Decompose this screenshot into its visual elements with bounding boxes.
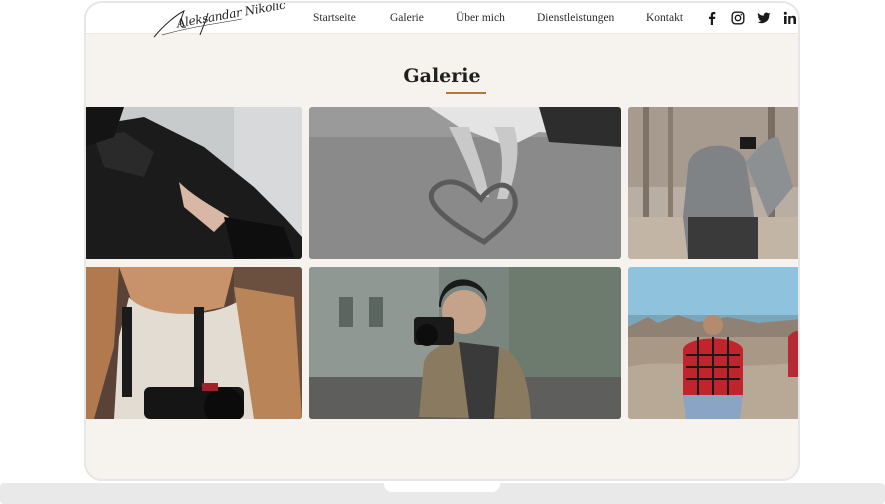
instagram-icon[interactable] bbox=[731, 11, 745, 25]
nav-item-ueber-mich[interactable]: Über mich bbox=[456, 12, 505, 24]
twitter-icon[interactable] bbox=[757, 11, 771, 25]
gallery-photo-man-city-view[interactable] bbox=[628, 267, 798, 419]
title-underline bbox=[446, 92, 486, 94]
nav-item-kontakt[interactable]: Kontakt bbox=[646, 12, 683, 24]
facebook-icon[interactable] bbox=[705, 11, 719, 25]
nav-item-dienstleistungen[interactable]: Dienstleistungen bbox=[537, 12, 614, 24]
gallery-photo-woman-leather-jacket[interactable] bbox=[86, 107, 302, 259]
nav-item-galerie[interactable]: Galerie bbox=[390, 12, 424, 24]
gallery-photo-man-photographing[interactable] bbox=[309, 267, 621, 419]
linkedin-icon[interactable] bbox=[783, 11, 797, 25]
page-title: Galerie bbox=[403, 65, 481, 87]
main-nav: Startseite Galerie Über mich Dienstleist… bbox=[86, 12, 798, 28]
nav-item-startseite[interactable]: Startseite bbox=[313, 12, 356, 24]
gallery-photo-child-grey-hood[interactable] bbox=[628, 107, 798, 259]
laptop-screen: Aleksandar Nikolic Startseite Galerie Üb… bbox=[84, 1, 800, 481]
gallery-photo-woman-with-camera[interactable] bbox=[86, 267, 302, 419]
laptop-notch bbox=[384, 483, 500, 492]
site-header: Aleksandar Nikolic Startseite Galerie Üb… bbox=[86, 3, 798, 38]
gallery-photo-heart-in-sand[interactable] bbox=[309, 107, 621, 259]
